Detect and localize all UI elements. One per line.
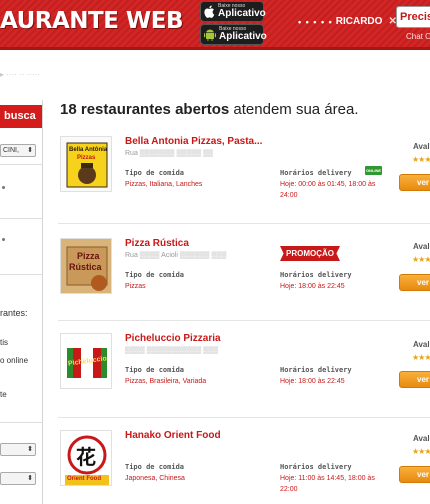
chevron-down-icon: ⬍ [27,446,33,453]
logo-subtext: Pizzas [77,155,96,161]
restaurant-address: Rua ▒▒▒▒▒▒▒ ▒▒▒▒▒ ▒▒ [125,150,214,157]
restaurant-address: ▒▒▒▒ ▒▒▒▒▒▒▒▒▒▒▒ ▒▒▒ [125,347,219,354]
logo-text: Pizza [77,251,100,261]
restaurant-card[interactable]: Picheluccio Picheluccio Pizzaria ▒▒▒▒ ▒▒… [58,333,430,415]
restaurant-card[interactable]: Bella Antônia Pizzas Bella Antonia Pizza… [58,136,430,218]
site-header: AURANTE WEB Baixe nosso Aplicativo Baixe… [0,0,430,50]
delivery-hours-value: Hoje: 18:00 às 22:45 [280,378,345,385]
evaluation-label: Aval [413,142,430,151]
logo-subtext: Rústica [69,262,102,272]
google-play-big-text: Aplicativo [219,31,267,42]
app-store-button[interactable]: Baixe nosso Aplicativo [200,1,266,22]
food-type-value: Japonesa, Chinesa [125,475,185,482]
city-select-value: CINI, [3,147,19,154]
card-divider [58,320,430,321]
sidebar-divider [0,218,42,219]
restaurant-name[interactable]: Bella Antonia Pizzas, Pasta... [125,136,262,147]
user-dots: • • • • • [298,16,333,27]
delivery-hours-label: Horários delivery [280,271,352,279]
food-type-label: Tipo de comida [125,271,185,279]
site-logo[interactable]: AURANTE WEB [0,8,184,34]
view-restaurant-button[interactable]: ver [399,174,430,191]
google-play-button[interactable]: Baixe nosso Aplicativo [200,24,267,45]
sidebar-divider [0,422,42,423]
delivery-hours-value-2: 22:00 [280,486,298,493]
user-menu[interactable]: • • • • • RICARDO ✕ [298,16,397,27]
logo-text: Bella Antônia [69,147,108,153]
restaurant-name[interactable]: Picheluccio Pizzaria [125,333,221,344]
sidebar-option-online[interactable]: o online [0,356,28,365]
breadcrumb[interactable]: ▸ ···· ·· ····· [0,70,40,79]
evaluation-label: Aval [413,340,430,349]
delivery-hours-label: Horários delivery [280,366,352,374]
restaurant-logo[interactable]: Bella Antônia Pizzas [60,136,112,192]
delivery-hours-value: Hoje: 11:00 às 14:45, 18:00 às [280,475,375,482]
food-type-label: Tipo de comida [125,366,185,374]
rating-stars: ★★★ [412,155,430,164]
sidebar-option-other[interactable]: te [0,390,7,399]
food-type-label: Tipo de comida [125,169,185,177]
filter-select-2[interactable]: ⬍ [0,443,36,456]
filter-select-3[interactable]: ⬍ [0,472,36,485]
rating-stars: ★★★ [412,447,430,456]
restaurant-logo[interactable]: Pizza Rústica [60,238,112,294]
delivery-hours-label: Horários delivery [280,169,352,177]
apple-icon [204,5,215,19]
food-type-value: Pizzas [125,283,146,290]
card-divider [58,223,430,224]
city-select[interactable]: CINI, ⬍ [0,144,36,157]
restaurant-logo[interactable]: Picheluccio [60,333,112,389]
food-type-value: Pizzas, Italiana, Lanches [125,181,203,188]
bullet-icon [2,186,5,189]
online-badge: ONLINE [365,166,382,175]
chevron-down-icon: ⬍ [27,475,33,482]
chevron-down-icon: ⬍ [27,147,33,154]
view-restaurant-button[interactable]: ver [399,371,430,388]
restaurant-card[interactable]: 花 Orient Food Hanako Orient Food Tipo de… [58,430,430,504]
sidebar-title: busca [0,105,42,128]
app-store-big-text: Aplicativo [218,8,266,19]
sidebar-section-restaurants: rantes: [0,308,28,318]
delivery-hours-value: Hoje: 18:00 às 22:45 [280,283,345,290]
evaluation-label: Aval [413,434,430,443]
food-type-label: Tipo de comida [125,463,185,471]
restaurant-address: Rua ▒▒▒▒ Acioli ▒▒▒▒▒▒ ▒▒▒ [125,252,227,259]
restaurant-logo[interactable]: 花 Orient Food [60,430,112,486]
restaurant-name[interactable]: Hanako Orient Food [125,430,221,441]
view-restaurant-button[interactable]: ver [399,466,430,483]
card-divider [58,417,430,418]
rating-stars: ★★★ [412,353,430,362]
user-name: RICARDO [335,16,383,27]
delivery-hours-label: Horários delivery [280,463,352,471]
results-heading-rest: atendem sua área. [229,101,359,118]
rating-stars: ★★★ [412,255,430,264]
restaurant-card[interactable]: Pizza Rústica Pizza Rústica Rua ▒▒▒▒ Aci… [58,238,430,320]
bullet-icon [2,238,5,241]
logo-subtext: Orient Food [67,476,101,482]
chat-link[interactable]: Chat O [406,32,430,41]
precise-button[interactable]: Precis [396,6,430,28]
sidebar-option-free[interactable]: tis [0,338,8,347]
logo-text: 花 [76,447,96,469]
sidebar-divider [0,274,42,275]
results-count: 18 restaurantes abertos [60,101,230,118]
delivery-hours-value-2: 24:00 [280,192,298,199]
filter-sidebar: busca CINI, ⬍ rantes: tis o online te ⬍ … [0,100,43,504]
restaurant-name[interactable]: Pizza Rústica [125,238,189,249]
food-type-value: Pizzas, Brasileira, Variada [125,378,207,385]
results-heading: 18 restaurantes abertos atendem sua área… [60,101,359,118]
delivery-hours-value: Hoje: 00:00 às 01:45, 18:00 às [280,181,376,188]
evaluation-label: Aval [413,242,430,251]
view-restaurant-button[interactable]: ver [399,274,430,291]
sidebar-divider [0,164,42,165]
promotion-badge: PROMOÇÃO [280,246,340,261]
android-icon [204,28,216,42]
